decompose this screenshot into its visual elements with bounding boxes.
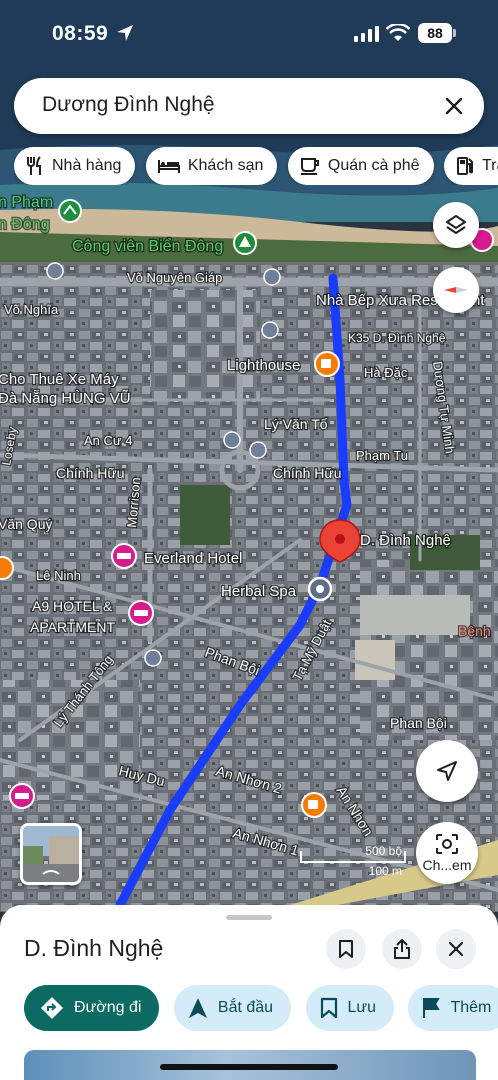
scale-metric: 100 m [368,864,402,878]
park-icon[interactable] [233,231,257,255]
navigation-arrow-icon [437,761,457,781]
hotel-label[interactable]: A9 HOTEL & [31,597,115,616]
action-label: Lưu [347,999,377,1016]
scale-bar [300,851,406,863]
navigation-arrow-icon [188,998,207,1018]
street-label: Chính Hữu [56,465,125,481]
place-bottom-sheet[interactable]: D. Đình Nghệ Đường đi Bắt đầu Lưu Thêm [0,905,498,1080]
street-label: Phan Bội [390,715,447,731]
map-scale: 500 bộ 100 m [300,844,406,878]
camera-lens-icon [436,834,458,854]
hotel-marker-icon[interactable] [111,543,137,569]
street-view-preview [23,826,79,882]
compass-icon [444,287,468,293]
wifi-icon [386,24,410,41]
clock: 08:59 [52,22,109,45]
chip-hotels[interactable]: Khách sạn [145,147,278,185]
home-indicator[interactable] [160,1064,338,1070]
chip-gas-stations[interactable]: Trạ [443,147,498,185]
action-label: Đường đi [74,999,142,1016]
shop-label[interactable]: Cho Thuê Xe Máy [0,370,120,390]
cafe-marker-icon[interactable] [314,351,340,377]
close-icon[interactable] [440,92,468,120]
street-label: Lý Văn Tố [264,416,328,432]
hotel-marker-icon[interactable] [9,783,35,809]
cafe-label[interactable]: Lighthouse [226,356,302,376]
street-label: Hà Đặc [364,365,408,380]
chip-label: Trạ [481,157,498,174]
directions-button[interactable]: Đường đi [24,985,160,1031]
hotel-label[interactable]: Everland Hotel [143,549,244,569]
street-label: An Cư 4 [84,433,132,448]
lens-button[interactable]: Ch...em [416,822,478,884]
place-actions: Đường đi Bắt đầu Lưu Thêm [24,985,498,1031]
place-label: Bệnh [458,623,491,639]
cafe-marker-icon[interactable] [301,792,327,818]
place-label: n Phạm [0,194,53,211]
spa-label[interactable]: Herbal Spa [220,582,298,602]
sheet-drag-handle[interactable] [226,915,272,920]
coffee-icon [300,158,319,175]
location-services-icon [117,25,133,41]
close-sheet-button[interactable] [436,929,476,969]
bookmark-icon [339,940,353,958]
share-icon [394,939,410,959]
directions-icon [41,997,63,1019]
street-label: Văn Quý [0,516,52,532]
street-label: Võ Nguyên Giáp [127,270,222,285]
park-label[interactable]: Công viên Biển Đông [71,236,225,257]
hotel-icon [157,160,180,173]
chip-label: Nhà hàng [52,157,122,174]
street-label: Phạm Tu [356,448,408,463]
status-bar: 08:59 88 [0,0,498,66]
restaurant-icon [27,156,41,175]
chip-label: Khách sạn [187,157,264,174]
hotel-marker-icon[interactable] [128,600,154,626]
share-button[interactable] [382,929,422,969]
compass-button[interactable] [433,267,479,313]
place-title: D. Đình Nghệ [24,935,164,961]
save-button[interactable] [326,929,366,969]
search-query[interactable]: Dương Đình Nghệ [42,93,215,117]
action-label: Thêm [450,999,492,1016]
hotel-label[interactable]: APARTMENT [29,618,117,637]
bookmark-icon [320,997,337,1019]
layers-button[interactable] [433,202,479,248]
place-label: n Đông [0,216,50,233]
add-label-button[interactable]: Thêm [408,985,498,1031]
park-icon[interactable] [58,199,82,223]
street-label: K35 D. Đình Nghệ [348,331,446,345]
category-chips: Nhà hàng Khách sạn Quán cà phê Trạ [14,147,498,185]
street-label: Chính Hữu [273,465,342,481]
start-navigation-button[interactable]: Bắt đầu [173,985,292,1031]
street-label: Lê Ninh [36,568,81,583]
street-label: Võ Nghĩa [4,302,59,317]
pin-label[interactable]: D. Đình Nghệ [359,531,452,551]
spa-marker-icon[interactable] [307,576,333,602]
gas-station-icon [456,157,473,175]
flag-icon [423,998,441,1018]
cellular-signal-icon [354,26,379,42]
chip-restaurants[interactable]: Nhà hàng [14,147,136,185]
search-bar[interactable]: Dương Đình Nghệ [14,78,484,134]
chip-cafes[interactable]: Quán cà phê [287,147,434,185]
action-label: Bắt đầu [217,999,274,1016]
scale-imperial: 500 bộ [365,844,402,858]
restaurant-marker-icon[interactable] [0,556,14,580]
close-icon [448,941,464,957]
street-view-thumbnail[interactable] [20,823,82,885]
shop-label[interactable]: Đà Nẵng HÙNG VŨ [0,389,132,409]
save-place-button[interactable]: Lưu [305,985,395,1031]
layers-icon [446,215,466,234]
chip-label: Quán cà phê [327,157,420,174]
battery-indicator: 88 [418,23,456,43]
my-location-button[interactable] [416,740,478,802]
lens-label: Ch...em [422,857,472,873]
